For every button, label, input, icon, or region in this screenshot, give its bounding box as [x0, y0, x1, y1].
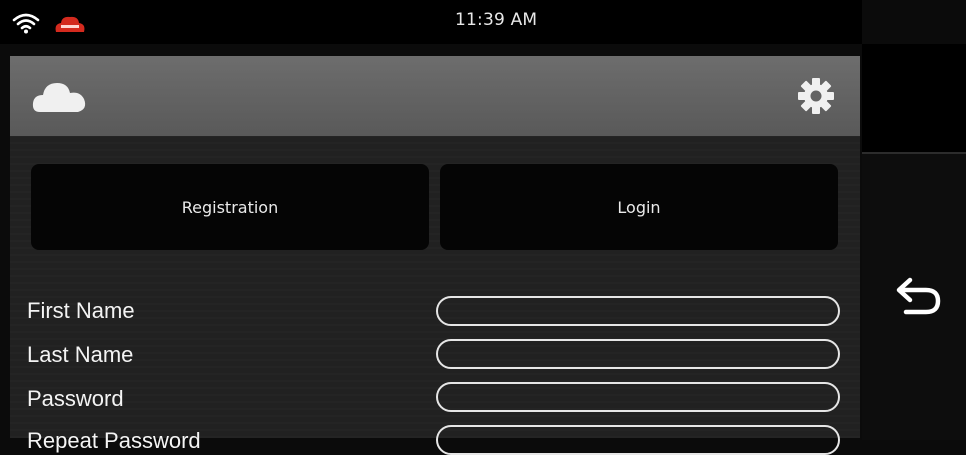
last-name-field[interactable]: [436, 339, 840, 369]
status-bar: 11:39 AM: [0, 0, 862, 44]
first-name-field[interactable]: [436, 296, 840, 326]
login-tab[interactable]: Login: [440, 164, 838, 250]
gear-icon[interactable]: [796, 76, 836, 116]
status-badge-icon: [55, 16, 85, 32]
repeat-password-field[interactable]: [436, 425, 840, 455]
cloud-icon: [32, 83, 86, 112]
password-field[interactable]: [436, 382, 840, 412]
first-name-label: First Name: [27, 298, 135, 323]
back-arrow-icon[interactable]: [892, 276, 944, 318]
login-tab-label: Login: [617, 197, 661, 217]
status-time: 11:39 AM: [455, 10, 538, 30]
repeat-password-label: Repeat Password: [27, 428, 201, 453]
registration-tab[interactable]: Registration: [31, 164, 429, 250]
wifi-icon: [12, 13, 40, 34]
password-label: Password: [27, 386, 124, 411]
registration-tab-label: Registration: [181, 197, 279, 217]
side-panel-top: [862, 44, 966, 152]
last-name-label: Last Name: [27, 342, 134, 367]
app-header: [10, 56, 860, 136]
